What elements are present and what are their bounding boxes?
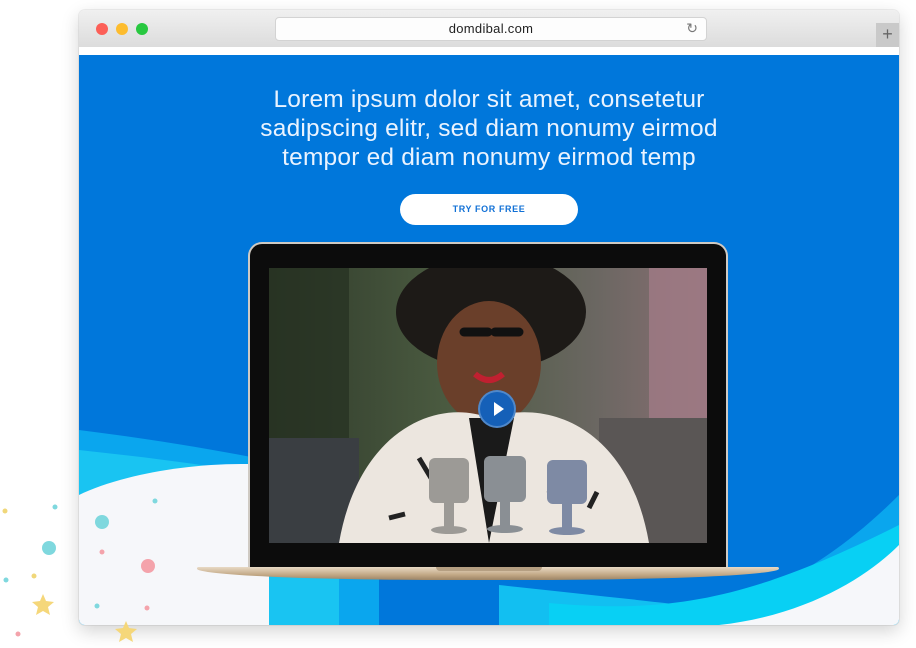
star-icon: [32, 594, 54, 615]
url-text[interactable]: domdibal.com: [276, 21, 706, 36]
laptop-notch: [436, 567, 542, 571]
confetti-dot: [15, 631, 21, 637]
close-window-button[interactable]: [96, 23, 108, 35]
address-bar[interactable]: domdibal.com ↻: [275, 17, 707, 41]
browser-window: domdibal.com ↻ + Lorem ipsum dolor sit a…: [79, 10, 899, 625]
maximize-window-button[interactable]: [136, 23, 148, 35]
confetti-dot: [42, 541, 56, 555]
confetti-dot: [2, 508, 8, 514]
try-for-free-button[interactable]: TRY FOR FREE: [400, 194, 578, 225]
video-player[interactable]: [269, 268, 707, 543]
plus-icon[interactable]: +: [876, 23, 899, 47]
hero-headline: Lorem ipsum dolor sit amet, consetetur s…: [229, 85, 749, 172]
headline-line-1: Lorem ipsum dolor sit amet, consetetur: [273, 86, 705, 113]
toolbar-divider: [79, 47, 899, 55]
hero-section: Lorem ipsum dolor sit amet, consetetur s…: [79, 55, 899, 625]
laptop-mockup: [250, 244, 726, 569]
headline-line-2: sadipscing elitr, sed diam nonumy eirmod: [260, 115, 718, 142]
minimize-window-button[interactable]: [116, 23, 128, 35]
play-icon[interactable]: [478, 390, 516, 428]
confetti-dot: [3, 577, 9, 583]
confetti-dot: [31, 573, 37, 579]
headline-line-3: tempor ed diam nonumy eirmod temp: [282, 144, 696, 171]
browser-titlebar: domdibal.com ↻ +: [79, 10, 899, 48]
confetti-dot: [52, 504, 58, 510]
reload-icon[interactable]: ↻: [686, 20, 698, 37]
